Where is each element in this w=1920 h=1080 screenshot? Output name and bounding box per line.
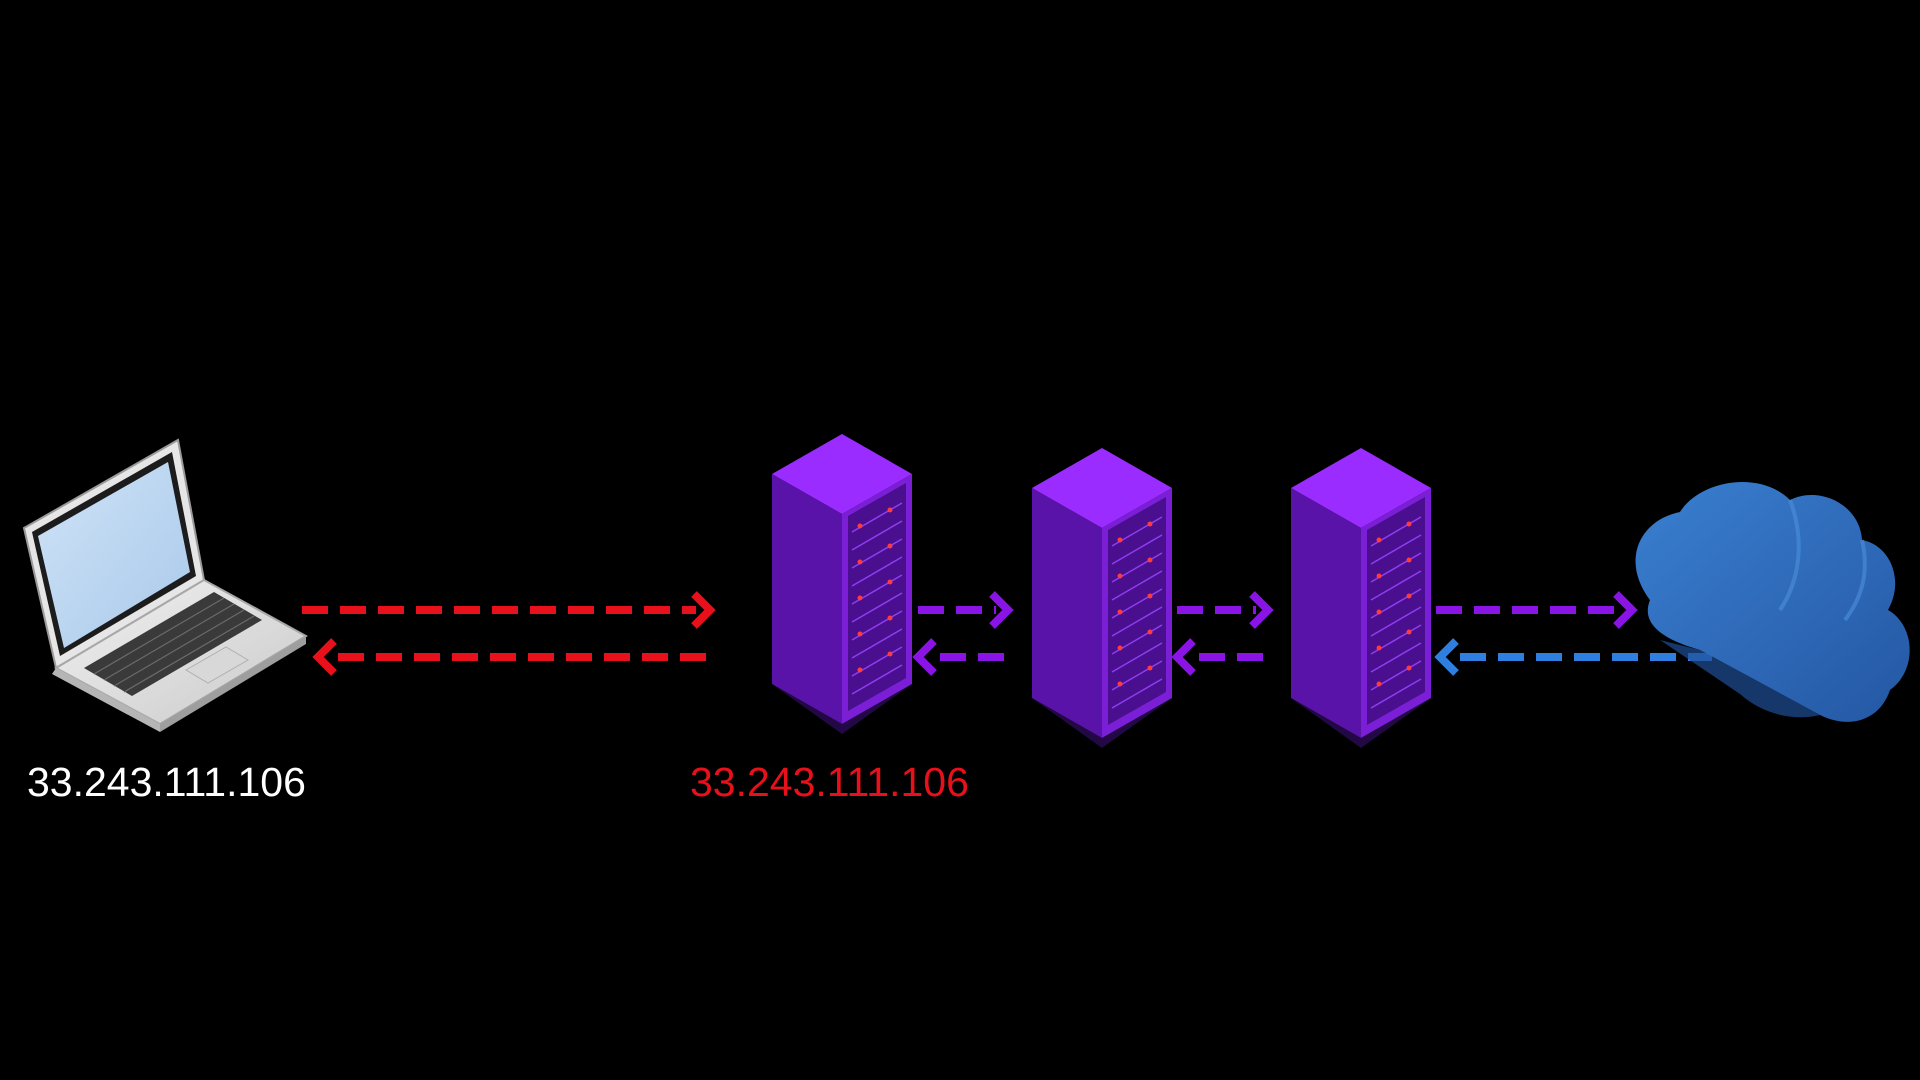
entry-node-ip-label: 33.243.111.106 — [690, 759, 969, 805]
server-rack-icon — [1290, 447, 1432, 749]
relay-link — [1436, 591, 1638, 629]
relay-link — [1171, 591, 1274, 676]
client-link — [302, 591, 716, 676]
relay-link — [912, 591, 1014, 676]
cloud-icon — [1635, 482, 1910, 722]
laptop-icon — [22, 438, 309, 732]
server-rack-icon — [771, 433, 913, 735]
client-ip-label: 33.243.111.106 — [27, 759, 306, 805]
server-rack-icon — [1031, 447, 1173, 749]
network-diagram — [22, 433, 1910, 749]
